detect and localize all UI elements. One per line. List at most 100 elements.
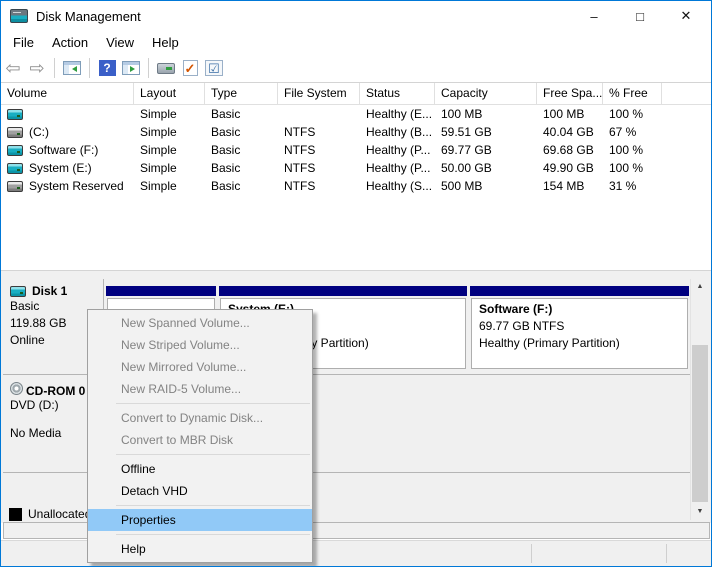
- disk-icon: [10, 286, 26, 297]
- help-icon: ?: [99, 60, 116, 76]
- volume-pct-free: 100 %: [603, 143, 662, 157]
- column-header-free-space[interactable]: Free Spa...: [537, 83, 603, 104]
- menu-item-new-spanned-volume: New Spanned Volume...: [88, 312, 312, 334]
- partition-header-bar: [470, 286, 689, 296]
- menu-item-offline[interactable]: Offline: [88, 458, 312, 480]
- volume-status: Healthy (S...: [360, 179, 435, 193]
- volume-status: Healthy (P...: [360, 143, 435, 157]
- toolbar-separator: [148, 58, 149, 78]
- close-button[interactable]: ✕: [663, 1, 709, 31]
- teal-drive-icon: [7, 145, 23, 156]
- minimize-button[interactable]: –: [571, 1, 617, 31]
- menu-item-new-mirrored-volume: New Mirrored Volume...: [88, 356, 312, 378]
- forward-arrow-icon: ⇨: [29, 57, 44, 79]
- column-header-filler: [662, 83, 711, 104]
- volume-layout: Simple: [134, 179, 205, 193]
- toolbar-separator: [89, 58, 90, 78]
- menu-separator: [116, 505, 310, 506]
- volume-type: Basic: [205, 125, 278, 139]
- volume-name: System (E:): [29, 161, 92, 175]
- volume-type: Basic: [205, 179, 278, 193]
- teal-drive-icon: [7, 163, 23, 174]
- volume-free-space: 100 MB: [537, 107, 603, 121]
- column-header-type[interactable]: Type: [205, 83, 278, 104]
- help-button[interactable]: ?: [95, 56, 119, 80]
- volume-layout: Simple: [134, 161, 205, 175]
- volume-name: (C:): [29, 125, 49, 139]
- volume-type: Basic: [205, 143, 278, 157]
- back-button[interactable]: ⇦: [1, 56, 25, 80]
- menu-file[interactable]: File: [4, 33, 43, 52]
- scrollbar-thumb[interactable]: [692, 345, 708, 502]
- volume-free-space: 154 MB: [537, 179, 603, 193]
- teal-drive-icon: [7, 109, 23, 120]
- volume-capacity: 500 MB: [435, 179, 537, 193]
- table-row[interactable]: System Reserved Simple Basic NTFS Health…: [1, 177, 711, 195]
- menu-separator: [116, 534, 310, 535]
- vertical-scrollbar[interactable]: ▲ ▼: [690, 279, 709, 520]
- menu-item-help[interactable]: Help: [88, 538, 312, 560]
- popup-window-icon: [157, 63, 175, 74]
- volume-pct-free: 100 %: [603, 107, 662, 121]
- table-row[interactable]: System (E:) Simple Basic NTFS Healthy (P…: [1, 159, 711, 177]
- red-check-icon: ✓: [183, 60, 198, 76]
- column-header-volume[interactable]: Volume: [1, 83, 134, 104]
- disk-name: Disk 1: [32, 284, 67, 298]
- show-console-tree-button[interactable]: [60, 56, 84, 80]
- volume-status: Healthy (E...: [360, 107, 435, 121]
- forward-button[interactable]: ⇨: [25, 56, 49, 80]
- table-row[interactable]: Simple Basic Healthy (E... 100 MB 100 MB…: [1, 105, 711, 123]
- menu-action[interactable]: Action: [43, 33, 97, 52]
- cdrom-name: CD-ROM 0: [26, 384, 85, 398]
- column-header-capacity[interactable]: Capacity: [435, 83, 537, 104]
- volume-layout: Simple: [134, 107, 205, 121]
- scroll-up-icon[interactable]: ▲: [691, 279, 709, 295]
- volume-name: Software (F:): [29, 143, 98, 157]
- volume-status: Healthy (B...: [360, 125, 435, 139]
- menu-item-properties[interactable]: Properties: [88, 509, 312, 531]
- volume-capacity: 100 MB: [435, 107, 537, 121]
- back-arrow-icon: ⇦: [5, 57, 20, 79]
- column-header-file-system[interactable]: File System: [278, 83, 360, 104]
- column-header-pct-free[interactable]: % Free: [603, 83, 662, 104]
- legend-unallocated-label: Unallocated: [28, 507, 91, 521]
- refresh-check-button[interactable]: ✓: [178, 56, 202, 80]
- table-row[interactable]: Software (F:) Simple Basic NTFS Healthy …: [1, 141, 711, 159]
- table-row[interactable]: (C:) Simple Basic NTFS Healthy (B... 59.…: [1, 123, 711, 141]
- toolbar: ⇦ ⇨ ? ✓ ☑: [1, 54, 711, 83]
- cd-disc-icon: [10, 382, 23, 395]
- menu-view[interactable]: View: [97, 33, 143, 52]
- menu-help[interactable]: Help: [143, 33, 188, 52]
- scroll-down-icon[interactable]: ▼: [691, 504, 709, 520]
- gray-drive-icon: [7, 127, 23, 138]
- action-pane-button[interactable]: [119, 56, 143, 80]
- volume-free-space: 49.90 GB: [537, 161, 603, 175]
- volume-capacity: 69.77 GB: [435, 143, 537, 157]
- partition-software-f[interactable]: Software (F:) 69.77 GB NTFS Healthy (Pri…: [470, 286, 689, 370]
- gray-drive-icon: [7, 181, 23, 192]
- status-bar-divider: [666, 544, 667, 563]
- partition-header-bar: [106, 286, 216, 296]
- volume-file-system: NTFS: [278, 143, 360, 157]
- volume-free-space: 69.68 GB: [537, 143, 603, 157]
- popup-view-button[interactable]: [154, 56, 178, 80]
- partition-status: Healthy (Primary Partition): [479, 335, 687, 352]
- checklist-button[interactable]: ☑: [202, 56, 226, 80]
- window-title: Disk Management: [36, 9, 141, 24]
- menu-item-detach-vhd[interactable]: Detach VHD: [88, 480, 312, 502]
- volume-type: Basic: [205, 107, 278, 121]
- volume-layout: Simple: [134, 125, 205, 139]
- menubar: File Action View Help: [1, 31, 711, 54]
- titlebar: Disk Management – □ ✕: [1, 1, 711, 31]
- menu-item-convert-dynamic-disk: Convert to Dynamic Disk...: [88, 407, 312, 429]
- partition-label: Software (F:): [479, 301, 687, 318]
- column-header-layout[interactable]: Layout: [134, 83, 205, 104]
- toolbar-separator: [54, 58, 55, 78]
- menu-item-convert-mbr-disk: Convert to MBR Disk: [88, 429, 312, 451]
- caption-buttons: – □ ✕: [571, 1, 711, 31]
- disk-management-app-icon: [10, 9, 28, 23]
- volume-file-system: NTFS: [278, 179, 360, 193]
- column-header-status[interactable]: Status: [360, 83, 435, 104]
- maximize-button[interactable]: □: [617, 1, 663, 31]
- volume-capacity: 59.51 GB: [435, 125, 537, 139]
